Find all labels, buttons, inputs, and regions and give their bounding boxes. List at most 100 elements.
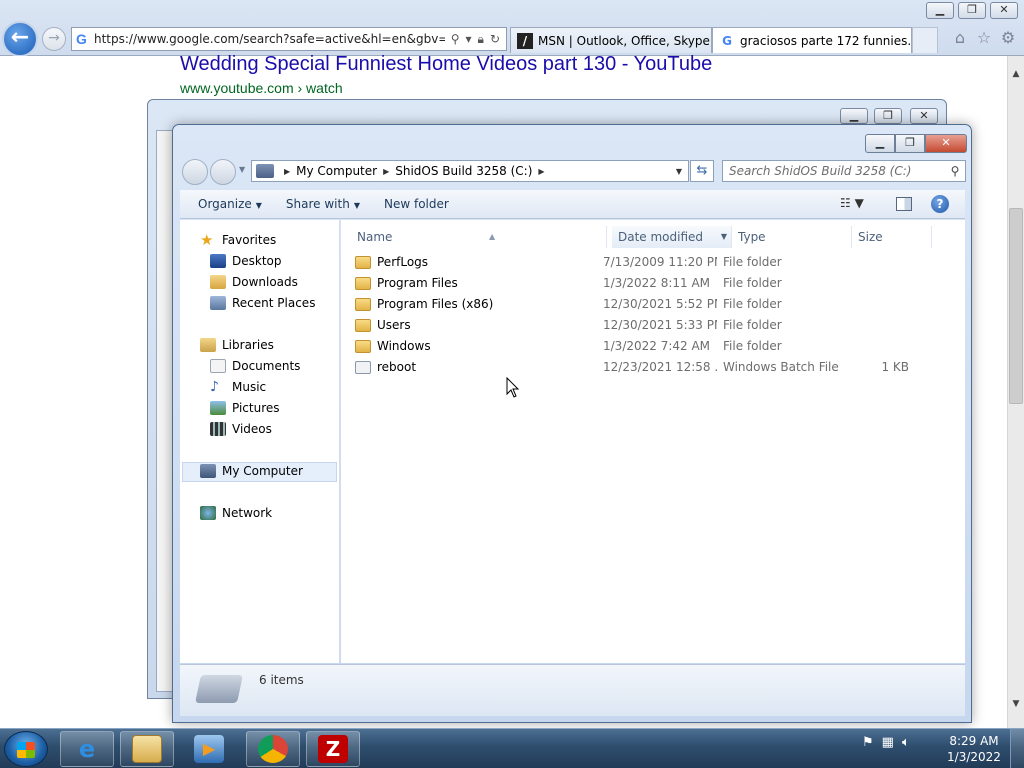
refresh-button[interactable]: ⇆ xyxy=(690,160,714,182)
file-row[interactable]: Users 12/30/2021 5:33 PM File folder xyxy=(355,315,955,335)
tab-msn[interactable]: / MSN | Outlook, Office, Skype, ... xyxy=(510,27,712,53)
folder-icon xyxy=(355,255,371,269)
preview-pane-icon[interactable] xyxy=(896,197,912,211)
organize-button[interactable]: Organize ▼ xyxy=(186,197,274,211)
search-icon[interactable]: ⚲ xyxy=(945,164,965,178)
file-date: 1/3/2022 7:42 AM xyxy=(603,339,711,353)
file-name: PerfLogs xyxy=(377,255,429,269)
back-button[interactable] xyxy=(182,159,208,185)
nav-favorites[interactable]: ★ Favorites xyxy=(200,230,276,250)
ghost-minimize-button[interactable]: ▁ xyxy=(840,108,868,124)
file-row[interactable]: Program Files 1/3/2022 8:11 AM File fold… xyxy=(355,273,955,293)
chevron-right-icon[interactable]: ▶ xyxy=(383,167,389,176)
new-folder-button[interactable]: New folder xyxy=(372,197,461,211)
file-type: File folder xyxy=(723,297,782,311)
start-button[interactable] xyxy=(4,731,48,767)
chevron-right-icon[interactable]: ▶ xyxy=(538,167,544,176)
pictures-icon xyxy=(210,401,226,415)
nav-label: Music xyxy=(232,380,267,394)
browser-back-button[interactable]: ← xyxy=(2,21,38,57)
nav-recent-places[interactable]: Recent Places xyxy=(210,293,315,313)
search-input[interactable]: Search ShidOS Build 3258 (C:) ⚲ xyxy=(722,160,966,182)
new-tab-button[interactable] xyxy=(912,27,938,53)
change-view-button[interactable]: ☷ ▼ xyxy=(840,196,864,210)
taskbar-internet-explorer[interactable]: e xyxy=(60,731,114,767)
file-row[interactable]: Windows 1/3/2022 7:42 AM File folder xyxy=(355,336,955,356)
scroll-thumb[interactable] xyxy=(1009,208,1023,404)
browser-scrollbar[interactable]: ▲ ▼ xyxy=(1007,56,1024,728)
windows-logo-icon xyxy=(17,742,35,758)
file-row[interactable]: reboot 12/23/2021 12:58 ... Windows Batc… xyxy=(355,357,955,377)
nav-my-computer[interactable]: My Computer xyxy=(200,461,303,481)
forward-button[interactable] xyxy=(210,159,236,185)
browser-close-button[interactable]: ✕ xyxy=(990,2,1018,19)
breadcrumb-my-computer[interactable]: My Computer xyxy=(296,164,377,178)
help-icon[interactable]: ? xyxy=(931,195,949,213)
file-name: Program Files xyxy=(377,276,458,290)
mouse-cursor-icon xyxy=(506,377,520,398)
ghost-restore-button[interactable]: ❐ xyxy=(874,108,902,124)
ghost-close-button[interactable]: ✕ xyxy=(910,108,938,124)
scroll-up-icon[interactable]: ▲ xyxy=(1008,66,1024,82)
file-type: File folder xyxy=(723,339,782,353)
settings-gear-icon[interactable]: ⚙ xyxy=(998,28,1018,48)
favorites-star-icon[interactable]: ☆ xyxy=(974,28,994,48)
scroll-down-icon[interactable]: ▼ xyxy=(1008,696,1024,712)
chevron-right-icon[interactable]: ▶ xyxy=(284,167,290,176)
clock[interactable]: 8:29 AM 1/3/2022 xyxy=(944,733,1004,765)
refresh-icon[interactable]: ↻ xyxy=(490,32,500,47)
breadcrumb[interactable]: ▶ My Computer ▶ ShidOS Build 3258 (C:) ▶… xyxy=(251,160,689,182)
maximize-button[interactable]: ❐ xyxy=(895,134,925,153)
column-header-name[interactable]: Name ▲ xyxy=(351,226,607,248)
file-size: 1 KB xyxy=(881,360,909,374)
dropdown-icon[interactable]: ▾ xyxy=(466,32,472,47)
browser-minimize-button[interactable]: ▁ xyxy=(926,2,954,19)
nav-network[interactable]: Network xyxy=(200,503,272,523)
taskbar-file-explorer[interactable] xyxy=(120,731,174,767)
tab-google-search[interactable]: G graciosos parte 172 funnies... × xyxy=(712,27,912,53)
search-result-title-link[interactable]: Wedding Special Funniest Home Videos par… xyxy=(180,53,712,76)
show-desktop-button[interactable] xyxy=(1010,729,1024,768)
nav-libraries[interactable]: Libraries xyxy=(200,335,274,355)
chevron-down-icon[interactable]: ▼ xyxy=(670,167,688,176)
file-row[interactable]: Program Files (x86) 12/30/2021 5:52 PM F… xyxy=(355,294,955,314)
close-button[interactable]: ✕ xyxy=(925,134,967,153)
nav-music[interactable]: ♪ Music xyxy=(210,377,266,397)
breadcrumb-drive[interactable]: ShidOS Build 3258 (C:) xyxy=(395,164,532,178)
filezilla-icon: Z xyxy=(318,735,348,763)
share-with-button[interactable]: Share with ▼ xyxy=(274,197,372,211)
nav-pictures[interactable]: Pictures xyxy=(210,398,280,418)
nav-videos[interactable]: Videos xyxy=(210,419,272,439)
browser-forward-button[interactable]: → xyxy=(42,27,66,51)
nav-documents[interactable]: Documents xyxy=(210,356,300,376)
file-row[interactable]: PerfLogs 7/13/2009 11:20 PM File folder xyxy=(355,252,955,272)
file-name: Program Files (x86) xyxy=(377,297,494,311)
minimize-button[interactable]: ▁ xyxy=(865,134,895,153)
chevron-down-icon[interactable]: ▼ xyxy=(721,226,727,248)
column-header-date[interactable]: Date modified ▼ xyxy=(612,226,732,248)
star-icon: ★ xyxy=(200,231,214,249)
column-header-type[interactable]: Type xyxy=(732,226,852,248)
search-icon[interactable]: ⚲ xyxy=(451,32,460,47)
nav-desktop[interactable]: Desktop xyxy=(210,251,282,271)
file-name: Users xyxy=(377,318,411,332)
action-center-flag-icon[interactable]: ⚑ xyxy=(862,735,874,750)
home-icon[interactable]: ⌂ xyxy=(950,28,970,48)
volume-icon[interactable]: 🔈︎ xyxy=(902,735,910,750)
address-bar[interactable]: G https://www.google.com/search?safe=act… xyxy=(71,27,507,51)
file-type: File folder xyxy=(723,318,782,332)
address-url[interactable]: https://www.google.com/search?safe=activ… xyxy=(94,32,445,46)
browser-restore-button[interactable]: ❐ xyxy=(958,2,986,19)
network-status-icon[interactable]: ▦ xyxy=(882,735,894,750)
taskbar-filezilla[interactable]: Z xyxy=(306,731,360,767)
taskbar-chrome[interactable] xyxy=(246,731,300,767)
taskbar-media-player[interactable]: ▶ xyxy=(182,731,236,767)
nav-downloads[interactable]: Downloads xyxy=(210,272,298,292)
lock-icon[interactable]: 🔒︎ xyxy=(478,32,484,47)
column-date-label: Date modified xyxy=(618,230,704,244)
column-header-size[interactable]: Size xyxy=(852,226,932,248)
history-dropdown-icon[interactable]: ▼ xyxy=(239,165,245,174)
file-date: 12/30/2021 5:52 PM xyxy=(603,297,717,311)
tab-label: graciosos parte 172 funnies... xyxy=(740,33,912,48)
music-note-icon: ♪ xyxy=(210,379,219,395)
